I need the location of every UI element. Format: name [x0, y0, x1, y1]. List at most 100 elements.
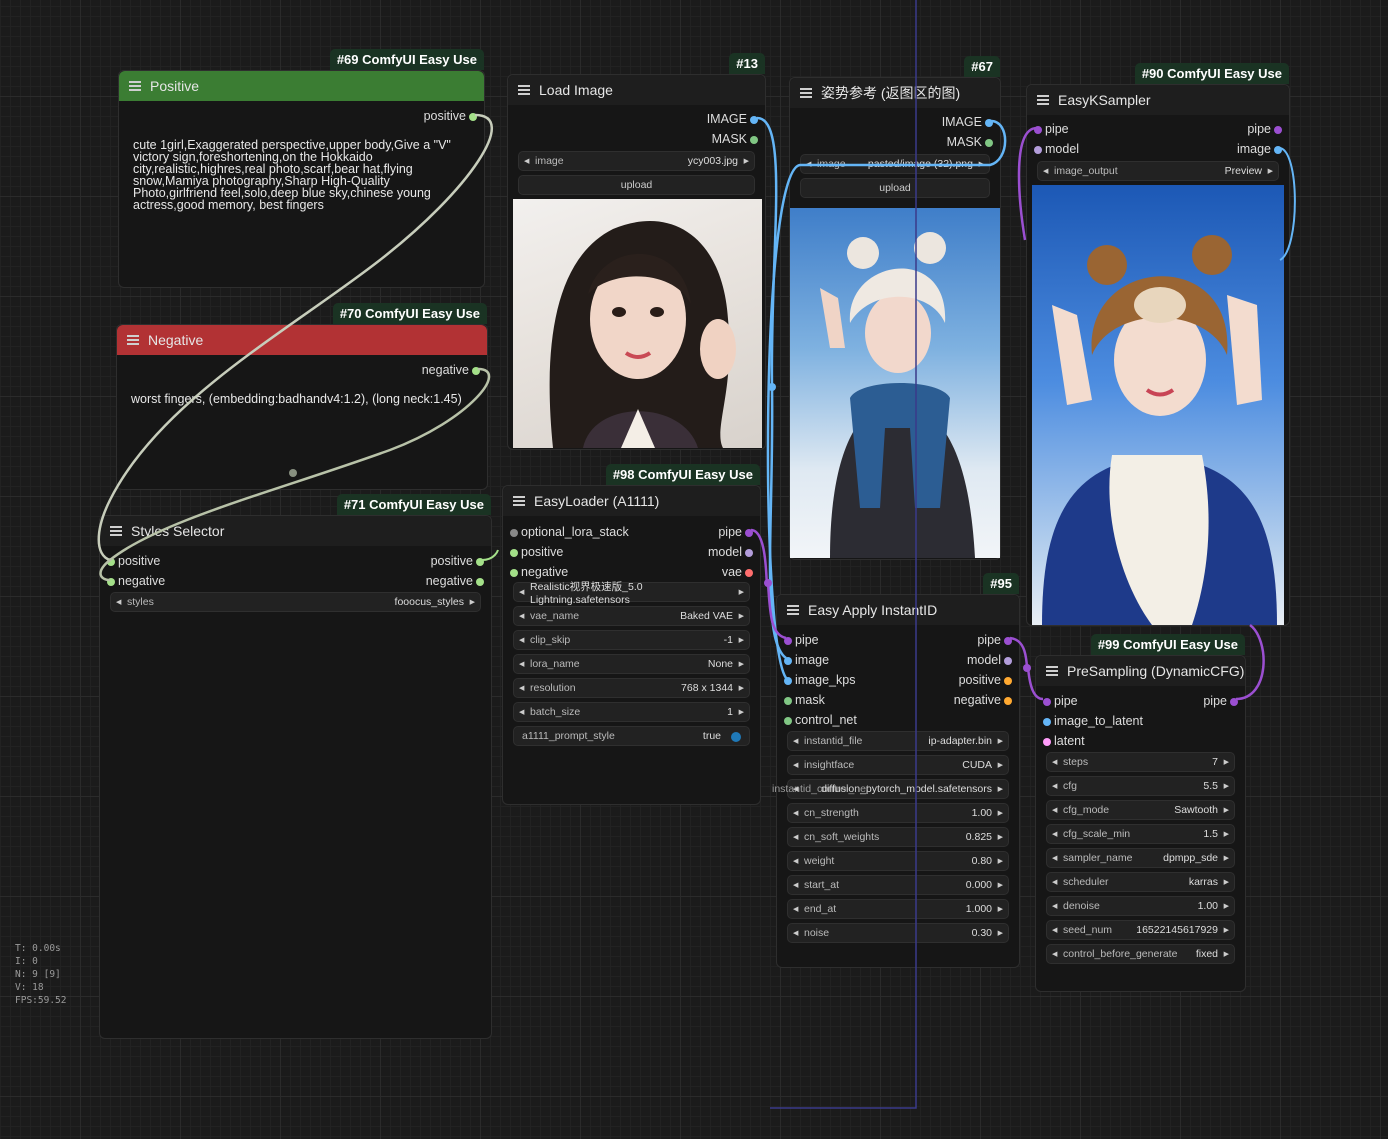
- menu-icon[interactable]: [800, 88, 812, 98]
- output-negative[interactable]: negative: [422, 363, 481, 377]
- vae-name-combo[interactable]: vae_name Baked VAE: [513, 606, 750, 626]
- input-positive[interactable]: positive: [509, 545, 563, 559]
- resolution-combo[interactable]: resolution 768 x 1344: [513, 678, 750, 698]
- output-mask[interactable]: MASK: [712, 132, 759, 146]
- image-output-combo[interactable]: image_output Preview: [1037, 161, 1279, 181]
- node-badge: #90 ComfyUI Easy Use: [1134, 63, 1289, 84]
- menu-icon[interactable]: [127, 335, 139, 345]
- lora-name-combo[interactable]: lora_name None: [513, 654, 750, 674]
- upload-button[interactable]: upload: [518, 175, 755, 195]
- ckpt-name-combo[interactable]: Realistic视界极速版_5.0 Lightning.safetensors: [513, 581, 750, 606]
- cfg-number[interactable]: cfg 5.5: [1046, 776, 1235, 796]
- output-pipe[interactable]: pipe: [718, 525, 753, 539]
- weight-number[interactable]: weight 0.80: [787, 851, 1009, 871]
- pose-reference-node[interactable]: #67 姿势参考 (返图区的图) IMAGE MASK image pasted/…: [789, 56, 1001, 560]
- output-image[interactable]: IMAGE: [707, 112, 759, 126]
- cfg-scale-min-number[interactable]: cfg_scale_min 1.5: [1046, 824, 1235, 844]
- input-optional-lora-stack[interactable]: optional_lora_stack: [510, 525, 629, 539]
- easy-apply-instantid-node[interactable]: #95 Easy Apply InstantID pipe pipe image m…: [772, 573, 1020, 968]
- menu-icon[interactable]: [1046, 666, 1058, 676]
- input-image-kps[interactable]: image_kps: [783, 673, 855, 687]
- widget-label: image: [535, 155, 564, 167]
- menu-icon[interactable]: [513, 496, 525, 506]
- noise-number[interactable]: noise 0.30: [787, 923, 1009, 943]
- widget-label: cn_strength: [804, 807, 859, 819]
- scheduler-combo[interactable]: scheduler karras: [1046, 872, 1235, 892]
- output-pipe[interactable]: pipe: [977, 633, 1012, 647]
- input-pipe[interactable]: pipe: [784, 633, 819, 647]
- load-image-node[interactable]: #13 Load Image IMAGE MASK image ycy003.jp…: [507, 53, 766, 450]
- seed-num-number[interactable]: seed_num 165221456179​29: [1046, 920, 1235, 940]
- menu-icon[interactable]: [518, 85, 530, 95]
- input-control-net[interactable]: control_net: [784, 713, 857, 727]
- output-image[interactable]: IMAGE: [942, 115, 994, 129]
- cn-soft-weights-number[interactable]: cn_soft_weights 0.825: [787, 827, 1009, 847]
- clip-skip-number[interactable]: clip_skip -1: [513, 630, 750, 650]
- insightface-combo[interactable]: insightface CUDA: [787, 755, 1009, 775]
- output-image[interactable]: image: [1237, 142, 1283, 156]
- batch-size-number[interactable]: batch_size 1: [513, 702, 750, 722]
- easyloader-node[interactable]: #98 ComfyUI Easy Use EasyLoader (A1111) …: [502, 464, 761, 805]
- input-pipe[interactable]: pipe: [1034, 122, 1069, 136]
- input-latent[interactable]: latent: [1043, 734, 1085, 748]
- control-before-generate-combo[interactable]: control_before_generate fixed: [1046, 944, 1235, 964]
- node-title-bar[interactable]: 姿势参考 (返图区的图): [790, 78, 1000, 108]
- upload-button[interactable]: upload: [800, 178, 990, 198]
- widget-label: cn_soft_weights: [804, 831, 880, 843]
- output-pipe[interactable]: pipe: [1203, 694, 1238, 708]
- input-model[interactable]: model: [1033, 142, 1079, 156]
- prompt-textarea[interactable]: cute 1girl,Exaggerated perspective,upper…: [133, 139, 468, 212]
- cfg-mode-combo[interactable]: cfg_mode Sawtooth: [1046, 800, 1235, 820]
- input-image-to-latent[interactable]: image_to_latent: [1043, 714, 1143, 728]
- cn-strength-number[interactable]: cn_strength 1.00: [787, 803, 1009, 823]
- image-combo[interactable]: image pasted/image (32).png: [800, 154, 990, 174]
- node-title-bar[interactable]: EasyKSampler: [1027, 85, 1289, 115]
- easyksampler-node[interactable]: #90 ComfyUI Easy Use EasyKSampler pipe pi…: [1026, 63, 1290, 626]
- node-title-bar[interactable]: EasyLoader (A1111): [503, 486, 760, 516]
- positive-node[interactable]: #69 ComfyUI Easy Use Positive positive c…: [118, 49, 485, 288]
- start-at-number[interactable]: start_at 0.000: [787, 875, 1009, 895]
- node-title-bar[interactable]: Load Image: [508, 75, 765, 105]
- node-title-bar[interactable]: PreSampling (DynamicCFG): [1036, 656, 1245, 686]
- input-negative[interactable]: negative: [106, 574, 165, 588]
- output-negative[interactable]: negative: [426, 574, 485, 588]
- input-mask[interactable]: mask: [784, 693, 825, 707]
- menu-icon[interactable]: [110, 526, 122, 536]
- negative-node[interactable]: #70 ComfyUI Easy Use Negative negative w…: [116, 303, 488, 490]
- menu-icon[interactable]: [1037, 95, 1049, 105]
- end-at-number[interactable]: end_at 1.000: [787, 899, 1009, 919]
- widget-value: ycy003.jpg: [687, 155, 738, 167]
- output-mask[interactable]: MASK: [947, 135, 994, 149]
- node-title-bar[interactable]: Positive: [119, 71, 484, 101]
- output-model[interactable]: model: [708, 545, 754, 559]
- output-model[interactable]: model: [967, 653, 1013, 667]
- node-title-bar[interactable]: Easy Apply InstantID: [777, 595, 1019, 625]
- output-positive[interactable]: positive: [424, 109, 478, 123]
- node-title-bar[interactable]: Negative: [117, 325, 487, 355]
- presampling-node[interactable]: #99 ComfyUI Easy Use PreSampling (Dynami…: [1035, 634, 1246, 992]
- output-negative[interactable]: negative: [954, 693, 1013, 707]
- widget-value: Baked VAE: [680, 610, 733, 622]
- a1111-prompt-style-toggle[interactable]: a1111_prompt_style true: [513, 726, 750, 746]
- denoise-number[interactable]: denoise 1.00: [1046, 896, 1235, 916]
- styles-combo[interactable]: styles fooocus_styles: [110, 592, 481, 612]
- output-positive[interactable]: positive: [431, 554, 485, 568]
- output-pipe[interactable]: pipe: [1247, 122, 1282, 136]
- styles-selector-node[interactable]: #71 ComfyUI Easy Use Styles Selector pos…: [99, 494, 492, 1039]
- sampler-name-combo[interactable]: sampler_name dpmpp_sde: [1046, 848, 1235, 868]
- control-net-combo[interactable]: instantid_control_netdiffusion_pytorch_m…: [772, 779, 1009, 799]
- steps-number[interactable]: steps 7: [1046, 752, 1235, 772]
- image-combo[interactable]: image ycy003.jpg: [518, 151, 755, 171]
- output-vae[interactable]: vae: [722, 565, 754, 579]
- input-positive[interactable]: positive: [106, 554, 160, 568]
- node-title-bar[interactable]: Styles Selector: [100, 516, 491, 546]
- instantid-file-combo[interactable]: instantid_file ip-adapter.bin: [787, 731, 1009, 751]
- menu-icon[interactable]: [787, 605, 799, 615]
- node-title: Negative: [148, 332, 204, 348]
- input-pipe[interactable]: pipe: [1043, 694, 1078, 708]
- prompt-textarea[interactable]: worst fingers, (embedding:badhandv4:1.2)…: [131, 393, 476, 406]
- input-negative[interactable]: negative: [509, 565, 568, 579]
- output-positive[interactable]: positive: [959, 673, 1013, 687]
- menu-icon[interactable]: [129, 81, 141, 91]
- input-image[interactable]: image: [783, 653, 829, 667]
